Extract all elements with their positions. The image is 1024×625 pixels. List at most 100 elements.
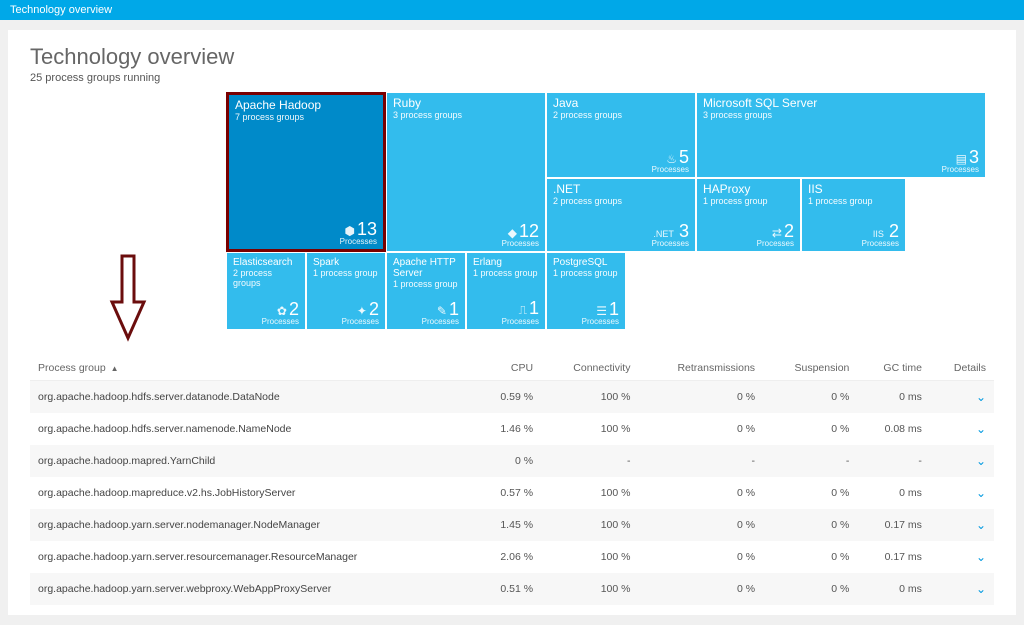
cell-retransmissions: 0 % bbox=[638, 477, 763, 509]
tile-mssql[interactable]: Microsoft SQL Server 3 process groups ▤3… bbox=[696, 92, 986, 178]
cell-cpu: 0.57 % bbox=[476, 477, 541, 509]
col-process-group[interactable]: Process group ▲ bbox=[30, 356, 476, 381]
cell-cpu: 0.59 % bbox=[476, 381, 541, 414]
elasticsearch-icon: ✿ bbox=[277, 304, 287, 318]
cell-process-group: org.apache.hadoop.hdfs.server.datanode.D… bbox=[30, 381, 476, 414]
expand-row-button[interactable]: ⌄ bbox=[976, 582, 986, 596]
cell-cpu: 2.06 % bbox=[476, 541, 541, 573]
expand-row-button[interactable]: ⌄ bbox=[976, 422, 986, 436]
cell-gc-time: - bbox=[857, 445, 930, 477]
cell-cpu: 1.46 % bbox=[476, 413, 541, 445]
cell-suspension: 0 % bbox=[763, 413, 857, 445]
sort-asc-icon: ▲ bbox=[111, 364, 119, 373]
page: Technology overview 25 process groups ru… bbox=[8, 30, 1016, 615]
cell-cpu: 0.51 % bbox=[476, 573, 541, 605]
page-title: Technology overview bbox=[30, 44, 994, 70]
cell-cpu: 0 % bbox=[476, 445, 541, 477]
tile-sub: 3 process groups bbox=[393, 110, 539, 120]
tile-count: 12 bbox=[519, 221, 539, 241]
cell-process-group: org.apache.hadoop.hdfs.server.namenode.N… bbox=[30, 413, 476, 445]
cell-suspension: 0 % bbox=[763, 573, 857, 605]
cell-connectivity: 100 % bbox=[541, 573, 638, 605]
tile-spark[interactable]: Spark 1 process group ✦2 Processes bbox=[306, 252, 386, 330]
col-cpu[interactable]: CPU bbox=[476, 356, 541, 381]
tile-sub: 7 process groups bbox=[235, 112, 377, 122]
tile-dotnet[interactable]: .NET 2 process groups .NET 3 Processes bbox=[546, 178, 696, 252]
spark-icon: ✦ bbox=[357, 304, 367, 318]
cell-retransmissions: 0 % bbox=[638, 381, 763, 414]
cell-suspension: 0 % bbox=[763, 509, 857, 541]
cell-connectivity: 100 % bbox=[541, 477, 638, 509]
table-row: org.apache.hadoop.mapred.YarnChild0 %---… bbox=[30, 445, 994, 477]
cell-gc-time: 0 ms bbox=[857, 573, 930, 605]
process-group-table: Process group ▲ CPU Connectivity Retrans… bbox=[30, 356, 994, 605]
tile-java[interactable]: Java 2 process groups ♨5 Processes bbox=[546, 92, 696, 178]
tile-count: 13 bbox=[357, 219, 377, 239]
tile-erlang[interactable]: Erlang 1 process group ⎍1 Processes bbox=[466, 252, 546, 330]
cell-retransmissions: 0 % bbox=[638, 541, 763, 573]
col-details: Details bbox=[930, 356, 994, 381]
cell-gc-time: 0.17 ms bbox=[857, 509, 930, 541]
table-row: org.apache.hadoop.yarn.server.resourcema… bbox=[30, 541, 994, 573]
tile-ruby[interactable]: Ruby 3 process groups ◆12 Processes bbox=[386, 92, 546, 252]
tile-iis[interactable]: IIS 1 process group IIS 2 Processes bbox=[801, 178, 906, 252]
page-subtitle: 25 process groups running bbox=[30, 72, 994, 84]
cell-suspension: 0 % bbox=[763, 541, 857, 573]
cell-connectivity: 100 % bbox=[541, 509, 638, 541]
cell-retransmissions: 0 % bbox=[638, 413, 763, 445]
tile-processes-label: Processes bbox=[340, 238, 377, 246]
annotation-arrow bbox=[30, 92, 226, 342]
expand-row-button[interactable]: ⌄ bbox=[976, 486, 986, 500]
top-bar: Technology overview bbox=[0, 0, 1024, 20]
technology-treemap: Apache Hadoop 7 process groups ⬢13 Proce… bbox=[226, 92, 986, 342]
col-suspension[interactable]: Suspension bbox=[763, 356, 857, 381]
apache-icon: ✎ bbox=[437, 304, 447, 318]
postgres-icon: ☰ bbox=[596, 304, 607, 318]
dotnet-icon: .NET bbox=[653, 229, 674, 239]
cell-process-group: org.apache.hadoop.mapreduce.v2.hs.JobHis… bbox=[30, 477, 476, 509]
cell-retransmissions: 0 % bbox=[638, 509, 763, 541]
expand-row-button[interactable]: ⌄ bbox=[976, 390, 986, 404]
cell-process-group: org.apache.hadoop.mapred.YarnChild bbox=[30, 445, 476, 477]
col-connectivity[interactable]: Connectivity bbox=[541, 356, 638, 381]
tile-title: Ruby bbox=[393, 97, 539, 110]
tile-postgresql[interactable]: PostgreSQL 1 process group ☰1 Processes bbox=[546, 252, 626, 330]
table-row: org.apache.hadoop.hdfs.server.namenode.N… bbox=[30, 413, 994, 445]
table-row: org.apache.hadoop.yarn.server.nodemanage… bbox=[30, 509, 994, 541]
expand-row-button[interactable]: ⌄ bbox=[976, 550, 986, 564]
cell-process-group: org.apache.hadoop.yarn.server.nodemanage… bbox=[30, 509, 476, 541]
tile-apache-hadoop[interactable]: Apache Hadoop 7 process groups ⬢13 Proce… bbox=[226, 92, 386, 252]
col-gc-time[interactable]: GC time bbox=[857, 356, 930, 381]
java-icon: ♨ bbox=[666, 152, 677, 166]
expand-row-button[interactable]: ⌄ bbox=[976, 454, 986, 468]
table-row: org.apache.hadoop.hdfs.server.datanode.D… bbox=[30, 381, 994, 414]
mssql-icon: ▤ bbox=[956, 152, 967, 166]
cell-gc-time: 0 ms bbox=[857, 477, 930, 509]
tile-apache-http[interactable]: Apache HTTP Server 1 process group ✎1 Pr… bbox=[386, 252, 466, 330]
table-row: org.apache.hadoop.mapreduce.v2.hs.JobHis… bbox=[30, 477, 994, 509]
top-bar-title: Technology overview bbox=[10, 4, 112, 16]
cell-gc-time: 0 ms bbox=[857, 381, 930, 414]
cell-gc-time: 0.08 ms bbox=[857, 413, 930, 445]
tile-haproxy[interactable]: HAProxy 1 process group ⇄2 Processes bbox=[696, 178, 801, 252]
cell-suspension: 0 % bbox=[763, 477, 857, 509]
cell-gc-time: 0.17 ms bbox=[857, 541, 930, 573]
ruby-icon: ◆ bbox=[508, 226, 517, 240]
cell-process-group: org.apache.hadoop.yarn.server.resourcema… bbox=[30, 541, 476, 573]
cell-process-group: org.apache.hadoop.yarn.server.webproxy.W… bbox=[30, 573, 476, 605]
table-row: org.apache.hadoop.yarn.server.webproxy.W… bbox=[30, 573, 994, 605]
erlang-icon: ⎍ bbox=[519, 303, 527, 318]
cell-retransmissions: 0 % bbox=[638, 573, 763, 605]
cell-cpu: 1.45 % bbox=[476, 509, 541, 541]
haproxy-icon: ⇄ bbox=[772, 226, 782, 240]
cell-connectivity: 100 % bbox=[541, 413, 638, 445]
tile-elasticsearch[interactable]: Elasticsearch 2 process groups ✿2 Proces… bbox=[226, 252, 306, 330]
col-retransmissions[interactable]: Retransmissions bbox=[638, 356, 763, 381]
cell-connectivity: 100 % bbox=[541, 381, 638, 414]
cell-connectivity: 100 % bbox=[541, 541, 638, 573]
hadoop-icon: ⬢ bbox=[344, 224, 354, 238]
arrow-down-icon bbox=[108, 252, 148, 342]
cell-suspension: - bbox=[763, 445, 857, 477]
expand-row-button[interactable]: ⌄ bbox=[976, 518, 986, 532]
cell-retransmissions: - bbox=[638, 445, 763, 477]
